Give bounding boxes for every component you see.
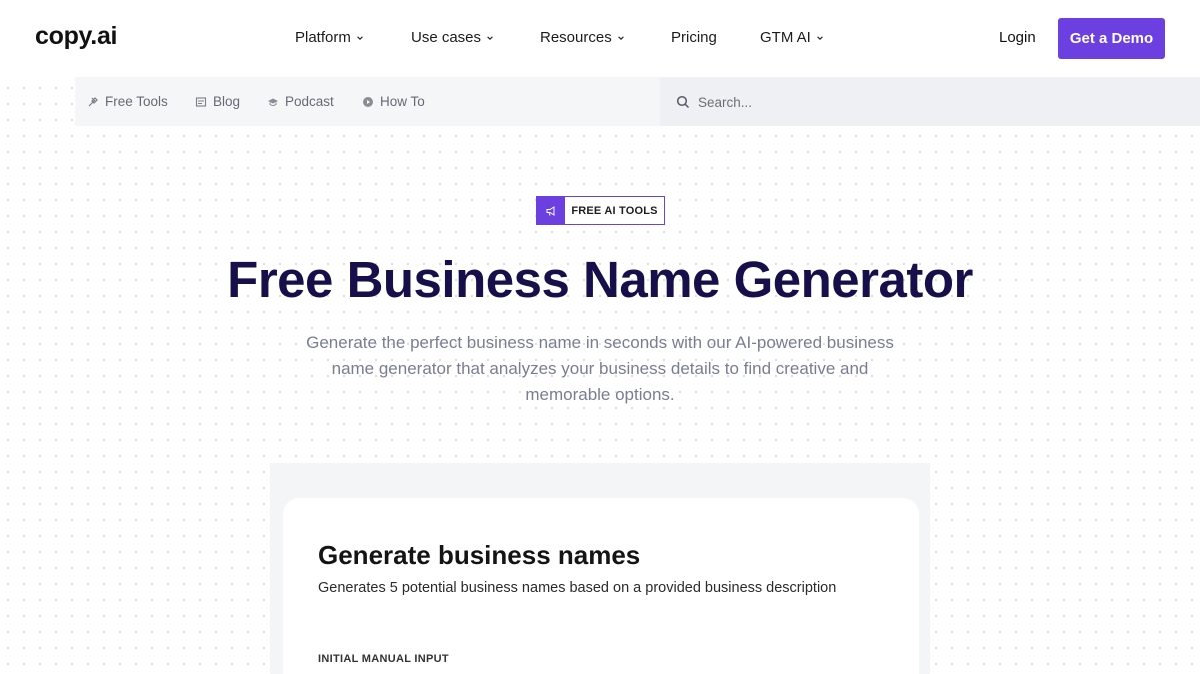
tool-card-description: Generates 5 potential business names bas…: [318, 580, 837, 596]
search-bar: [660, 77, 1200, 126]
top-navbar: copy.ai Platform Use cases Resources Pri…: [0, 0, 1200, 77]
subnav-label: Free Tools: [105, 94, 168, 109]
howto-icon: [363, 96, 373, 107]
nav-label: Pricing: [671, 29, 717, 46]
subnav-item-blog[interactable]: Blog: [195, 94, 240, 109]
tool-card-title: Generate business names: [318, 540, 641, 570]
page-subtitle: Generate the perfect business name in se…: [306, 333, 894, 404]
blog-icon: [195, 96, 207, 107]
chevron-down-icon: [617, 35, 624, 40]
chevron-down-icon: [357, 35, 363, 40]
subnav-item-how-to[interactable]: How To: [362, 94, 425, 109]
subnav-item-free-tools[interactable]: Free Tools: [87, 94, 168, 109]
search-input[interactable]: [698, 91, 1178, 113]
nav-label: Resources: [540, 29, 612, 46]
nav-resources[interactable]: Resources: [540, 29, 625, 46]
subnav-label: Blog: [213, 94, 241, 109]
login-link[interactable]: Login: [999, 29, 1036, 46]
nav-gtm-ai[interactable]: GTM AI: [760, 29, 824, 46]
chevron-down-icon: [487, 35, 493, 40]
search-icon: [676, 95, 690, 109]
nav-label: Platform: [295, 29, 351, 46]
input-field-label: INITIAL MANUAL INPUT: [318, 653, 449, 665]
sub-navbar: Free Tools Blog Podcast How To: [75, 77, 660, 126]
tools-icon: [88, 96, 98, 106]
chevron-down-icon: [817, 35, 823, 40]
nav-pricing[interactable]: Pricing: [671, 29, 717, 46]
page-title: Free Business Name Generator: [227, 251, 973, 308]
logo[interactable]: copy.ai: [35, 22, 118, 51]
subnav-item-podcast[interactable]: Podcast: [267, 94, 334, 109]
get-demo-button[interactable]: Get a Demo: [1058, 18, 1165, 59]
nav-use-cases[interactable]: Use cases: [411, 29, 494, 46]
badge-label: FREE AI TOOLS: [571, 204, 658, 217]
subnav-label: How To: [380, 94, 425, 109]
podcast-icon: [268, 98, 278, 106]
subnav-label: Podcast: [285, 94, 334, 109]
nav-label: GTM AI: [760, 29, 811, 46]
megaphone-icon: [537, 197, 565, 224]
nav-platform[interactable]: Platform: [295, 29, 364, 46]
free-ai-tools-badge: FREE AI TOOLS: [536, 196, 665, 225]
nav-label: Use cases: [411, 29, 482, 46]
